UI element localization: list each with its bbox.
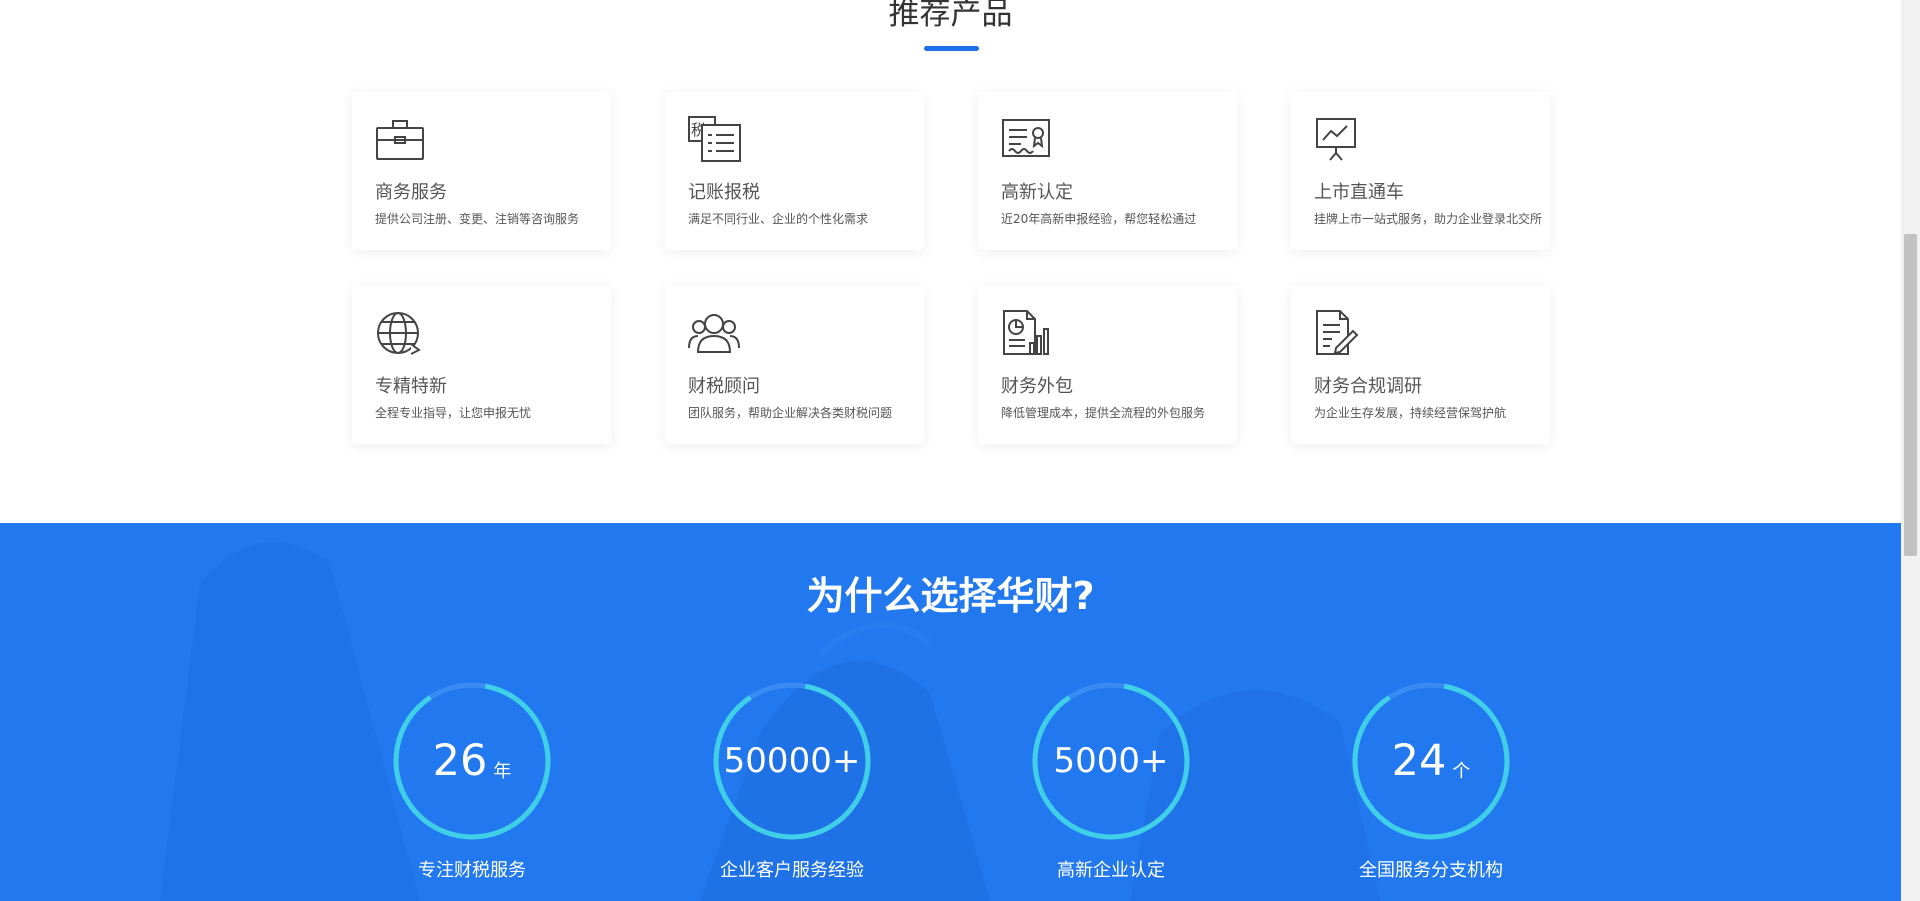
product-card-ipo[interactable]: 上市直通车 挂牌上市一站式服务，助力企业登录北交所 — [1291, 92, 1550, 250]
product-desc: 挂牌上市一站式服务，助力企业登录北交所 — [1314, 212, 1543, 226]
product-title: 高新认定 — [1001, 182, 1073, 203]
scrollbar-thumb[interactable] — [1904, 234, 1917, 556]
product-card-compliance[interactable]: 财务合规调研 为企业生存发展，持续经营保驾护航 — [1291, 286, 1550, 444]
product-title: 上市直通车 — [1314, 182, 1404, 203]
product-title: 财务外包 — [1001, 376, 1073, 397]
presentation-chart-icon — [1314, 116, 1366, 162]
section-title-why: 为什么选择华财? — [806, 574, 1095, 618]
product-card-specialized[interactable]: 专精特新 全程专业指导，让您申报无忧 — [352, 286, 611, 444]
product-title: 财税顾问 — [688, 376, 760, 397]
product-desc: 为企业生存发展，持续经营保驾护航 — [1314, 406, 1507, 420]
product-card-business[interactable]: 商务服务 提供公司注册、变更、注销等咨询服务 — [352, 92, 611, 250]
product-desc: 全程专业指导，让您申报无忧 — [375, 406, 532, 420]
tax-document-icon: 税 — [688, 116, 741, 162]
product-desc: 团队服务，帮助企业解决各类财税问题 — [688, 406, 893, 420]
stat-label: 高新企业认定 — [1057, 860, 1165, 881]
product-card-hightech[interactable]: 高新认定 近20年高新申报经验，帮您轻松通过 — [978, 92, 1237, 250]
product-card-tax-advisor[interactable]: 财税顾问 团队服务，帮助企业解决各类财税问题 — [665, 286, 924, 444]
stat-number: 5000+ — [1053, 741, 1169, 781]
product-card-bookkeeping[interactable]: 税 记账报税 满足不同行业、企业的个性化需求 — [665, 92, 924, 250]
stat-number: 24 个 — [1391, 736, 1471, 786]
product-card-outsourcing[interactable]: 财务外包 降低管理成本，提供全流程的外包服务 — [978, 286, 1237, 444]
briefcase-icon — [375, 116, 427, 162]
stat-label: 专注财税服务 — [418, 860, 526, 881]
stat-number: 50000+ — [723, 741, 861, 781]
stat-label: 全国服务分支机构 — [1359, 860, 1503, 881]
globe-icon — [375, 310, 427, 356]
page: 推荐产品 商务服务 提供公司注册、变更、注销等咨询服务 税 记账报税 满足不同行… — [0, 0, 1901, 901]
section-title-products: 推荐产品 — [888, 0, 1013, 32]
product-desc: 提供公司注册、变更、注销等咨询服务 — [375, 212, 580, 226]
vertical-scrollbar[interactable] — [1901, 0, 1920, 901]
stat-label: 企业客户服务经验 — [720, 860, 864, 881]
product-title: 专精特新 — [375, 376, 447, 397]
product-desc: 近20年高新申报经验，帮您轻松通过 — [1001, 212, 1197, 226]
product-title: 商务服务 — [375, 182, 447, 203]
product-desc: 满足不同行业、企业的个性化需求 — [688, 212, 869, 226]
stat-number: 26 年 — [432, 736, 512, 786]
product-title: 财务合规调研 — [1314, 376, 1422, 397]
report-chart-icon — [1001, 310, 1053, 356]
product-title: 记账报税 — [688, 182, 760, 203]
certificate-icon — [1001, 116, 1053, 162]
product-desc: 降低管理成本，提供全流程的外包服务 — [1001, 406, 1206, 420]
why-section: 为什么选择华财? 26 年 专注财税服务 50000+ 企业客户服务经验 500… — [0, 523, 1901, 901]
users-icon — [688, 310, 740, 356]
title-underline — [924, 46, 979, 51]
document-edit-icon — [1314, 310, 1366, 356]
